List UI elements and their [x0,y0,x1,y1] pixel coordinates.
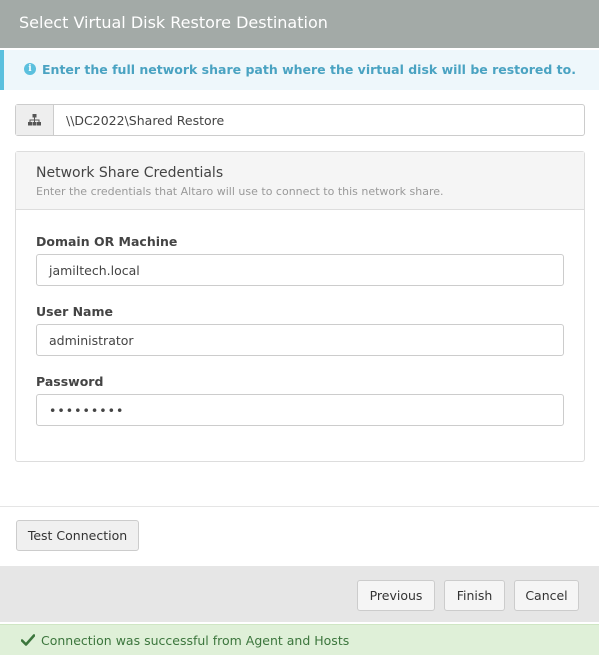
credentials-panel-header: Network Share Credentials Enter the cred… [16,152,584,210]
username-value: administrator [49,333,134,348]
domain-label: Domain OR Machine [36,234,178,249]
domain-field[interactable]: jamiltech.local [36,254,564,286]
info-text: Enter the full network share path where … [42,62,576,77]
status-banner: Connection was successful from Agent and… [0,624,599,655]
dialog-footer: Previous Finish Cancel [0,566,599,622]
info-banner: i Enter the full network share path wher… [0,50,599,90]
password-label: Password [36,374,104,389]
username-label: User Name [36,304,113,319]
credentials-panel: Network Share Credentials Enter the cred… [15,151,585,462]
network-sitemap-icon [28,114,41,126]
network-path-input[interactable]: \\DC2022\Shared Restore [66,113,224,128]
password-value: ••••••••• [49,403,125,418]
password-field[interactable]: ••••••••• [36,394,564,426]
network-path-field[interactable]: \\DC2022\Shared Restore [15,104,585,136]
test-connection-button[interactable]: Test Connection [16,520,139,551]
status-text: Connection was successful from Agent and… [41,633,350,648]
divider [0,506,599,507]
credentials-title: Network Share Credentials [36,165,224,181]
dialog-title: Select Virtual Disk Restore Destination [19,13,328,32]
previous-button[interactable]: Previous [357,580,435,611]
checkmark-icon [21,634,35,646]
domain-value: jamiltech.local [49,263,140,278]
cancel-button[interactable]: Cancel [514,580,579,611]
finish-button[interactable]: Finish [444,580,505,611]
info-circle-icon: i [24,63,36,75]
username-field[interactable]: administrator [36,324,564,356]
network-path-addon [16,105,54,135]
dialog-title-bar: Select Virtual Disk Restore Destination [0,0,599,48]
credentials-subtitle: Enter the credentials that Altaro will u… [36,185,444,198]
